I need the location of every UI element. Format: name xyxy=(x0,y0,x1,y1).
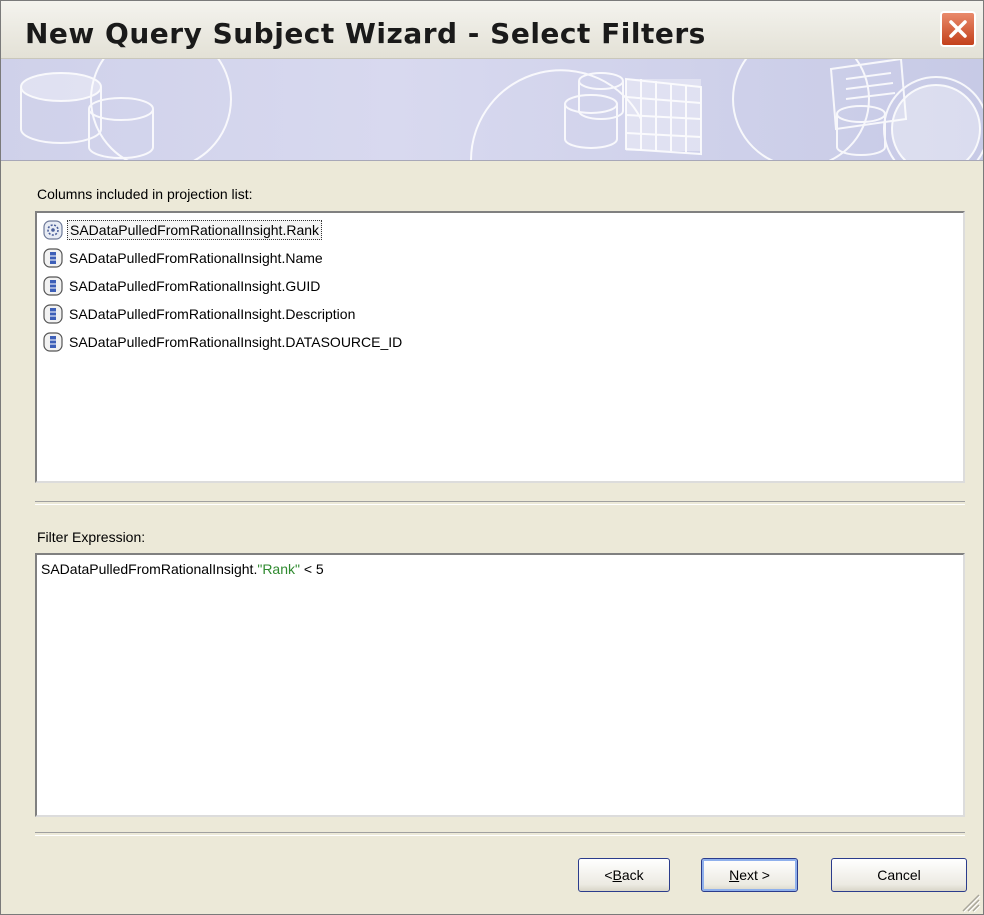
expression-operator-value: < 5 xyxy=(299,561,324,577)
back-button-mnemonic: B xyxy=(612,867,622,883)
back-button[interactable]: < Back xyxy=(578,858,670,892)
filter-expression-text: SADataPulledFromRationalInsight."Rank" <… xyxy=(41,561,324,577)
back-button-prefix: < xyxy=(604,867,613,883)
window-title: New Query Subject Wizard - Select Filter… xyxy=(25,17,706,50)
list-item-label: SADataPulledFromRationalInsight.Rank xyxy=(67,220,323,240)
banner-decoration-icon xyxy=(20,59,983,160)
column-icon xyxy=(41,276,65,296)
expression-string-literal: "Rank" xyxy=(257,561,300,577)
list-item[interactable]: SADataPulledFromRationalInsight.DATASOUR… xyxy=(41,331,404,353)
next-button-label: ext > xyxy=(739,867,770,883)
list-item[interactable]: SADataPulledFromRationalInsight.Descript… xyxy=(41,303,357,325)
column-icon xyxy=(41,332,65,352)
list-item-label: SADataPulledFromRationalInsight.Descript… xyxy=(69,306,356,322)
wizard-window: New Query Subject Wizard - Select Filter… xyxy=(0,0,984,915)
list-item-label: SADataPulledFromRationalInsight.GUID xyxy=(69,278,321,294)
expression-table-name: SADataPulledFromRationalInsight. xyxy=(41,561,258,577)
column-icon xyxy=(41,304,65,324)
calculated-column-icon xyxy=(41,220,65,240)
next-button-mnemonic: N xyxy=(729,867,740,883)
columns-label: Columns included in projection list: xyxy=(37,186,253,202)
separator xyxy=(35,832,965,836)
list-item-label: SADataPulledFromRationalInsight.DATASOUR… xyxy=(69,334,403,350)
wizard-banner-graphic xyxy=(1,59,983,161)
title-bar[interactable]: New Query Subject Wizard - Select Filter… xyxy=(1,1,983,59)
close-button[interactable] xyxy=(940,11,976,47)
next-button[interactable]: Next > xyxy=(701,858,798,892)
columns-listbox[interactable]: SADataPulledFromRationalInsight.Rank SAD… xyxy=(35,211,965,483)
cancel-button[interactable]: Cancel xyxy=(831,858,967,892)
list-item-label: SADataPulledFromRationalInsight.Name xyxy=(69,250,323,266)
list-item[interactable]: SADataPulledFromRationalInsight.Rank xyxy=(41,219,323,241)
list-item[interactable]: SADataPulledFromRationalInsight.Name xyxy=(41,247,325,269)
list-item[interactable]: SADataPulledFromRationalInsight.GUID xyxy=(41,275,322,297)
filter-expression-label: Filter Expression: xyxy=(37,529,146,545)
filter-expression-editor[interactable]: SADataPulledFromRationalInsight."Rank" <… xyxy=(35,553,965,817)
column-icon xyxy=(41,248,65,268)
back-button-label: ack xyxy=(621,867,644,883)
separator xyxy=(35,501,965,505)
close-icon xyxy=(949,20,967,38)
resize-grip-icon[interactable] xyxy=(957,889,981,913)
